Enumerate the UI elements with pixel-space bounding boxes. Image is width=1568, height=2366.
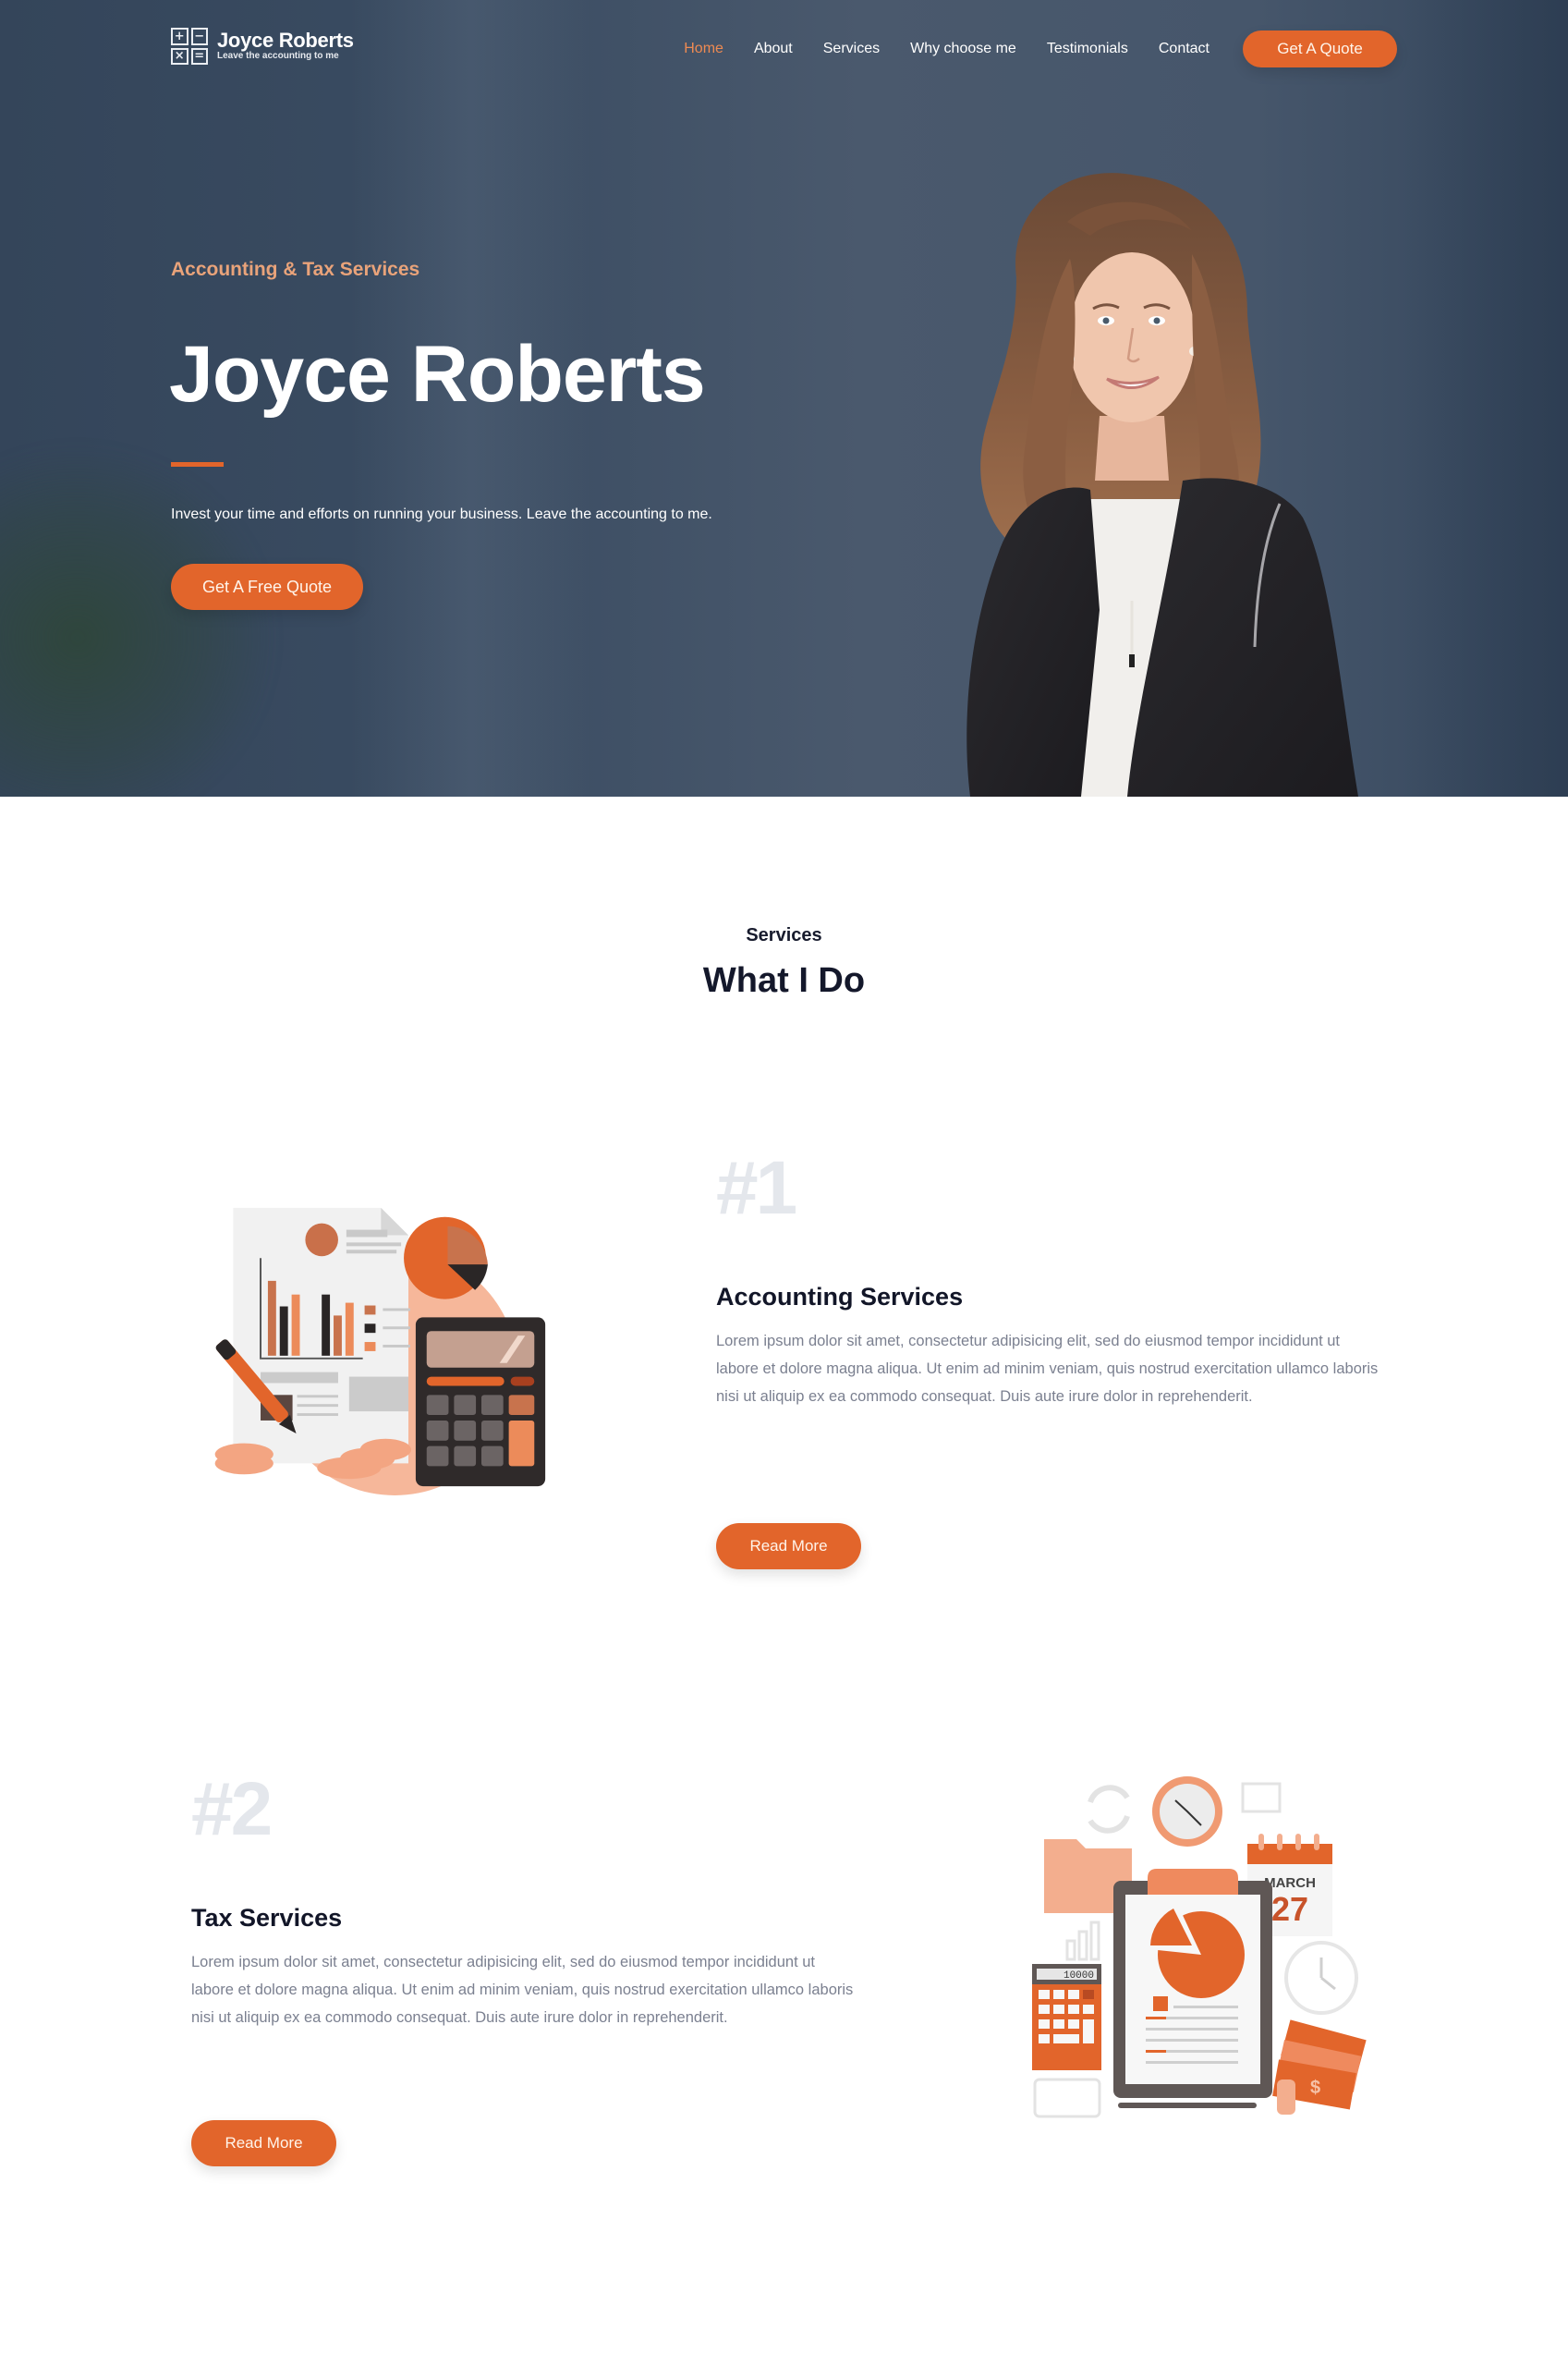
services-title: What I Do bbox=[702, 961, 866, 1000]
service-description: Lorem ipsum dolor sit amet, consectetur … bbox=[191, 1954, 854, 2026]
minus-icon: − bbox=[190, 28, 208, 45]
hero-background-plant bbox=[0, 444, 277, 797]
svg-text:$: $ bbox=[1310, 2078, 1320, 2098]
site-logo[interactable]: + − × = Joyce Roberts Leave the accounti… bbox=[171, 28, 354, 65]
service-number: #1 bbox=[716, 1146, 797, 1230]
nav-item-why-choose-me[interactable]: Why choose me bbox=[910, 41, 1016, 57]
get-free-quote-button[interactable]: Get A Free Quote bbox=[171, 564, 363, 610]
brand-tagline: Leave the accounting to me bbox=[217, 51, 339, 61]
equals-icon: = bbox=[190, 47, 208, 65]
calculator-icon: 10000 bbox=[1032, 1964, 1101, 2070]
calendar-day: 27 bbox=[1271, 1890, 1308, 1928]
logo-text: Joyce Roberts Leave the accounting to me bbox=[217, 30, 354, 62]
calculator-logo-icon: + − × = bbox=[171, 28, 208, 65]
calculator-display: 10000 bbox=[1064, 1970, 1094, 1982]
hero-kicker: Accounting & Tax Services bbox=[171, 259, 420, 280]
nav-item-home[interactable]: Home bbox=[684, 41, 723, 57]
tax-illustration: MARCH 27 10000 $ bbox=[1032, 1776, 1367, 2118]
main-nav: Home About Services Why choose me Testim… bbox=[684, 30, 1397, 67]
times-icon: × bbox=[171, 47, 188, 65]
portrait-photo bbox=[966, 173, 1358, 797]
hero-section: + − × = Joyce Roberts Leave the accounti… bbox=[0, 0, 1568, 797]
nav-item-testimonials[interactable]: Testimonials bbox=[1047, 41, 1128, 57]
get-a-quote-button[interactable]: Get A Quote bbox=[1243, 30, 1397, 67]
hero-title: Joyce Roberts bbox=[169, 330, 706, 419]
services-kicker: Services bbox=[746, 925, 822, 945]
service-title: Accounting Services bbox=[716, 1283, 964, 1311]
read-more-button[interactable]: Read More bbox=[716, 1523, 861, 1569]
nav-item-services[interactable]: Services bbox=[823, 41, 880, 57]
plus-icon: + bbox=[171, 28, 188, 45]
nav-item-about[interactable]: About bbox=[754, 41, 793, 57]
hero-background-shade bbox=[1402, 0, 1568, 797]
hero-divider bbox=[171, 462, 224, 467]
accounting-illustration bbox=[214, 1207, 546, 1495]
nav-item-contact[interactable]: Contact bbox=[1159, 41, 1209, 57]
read-more-button[interactable]: Read More bbox=[191, 2120, 336, 2166]
refresh-icon bbox=[1088, 1785, 1130, 1834]
service-title: Tax Services bbox=[191, 1904, 343, 1932]
hero-subtitle: Invest your time and efforts on running … bbox=[171, 506, 712, 522]
service-number: #2 bbox=[191, 1767, 273, 1851]
money-icon: $ bbox=[1272, 2019, 1367, 2115]
service-description: Lorem ipsum dolor sit amet, consectetur … bbox=[716, 1333, 1379, 1405]
brand-name: Joyce Roberts bbox=[217, 29, 354, 52]
